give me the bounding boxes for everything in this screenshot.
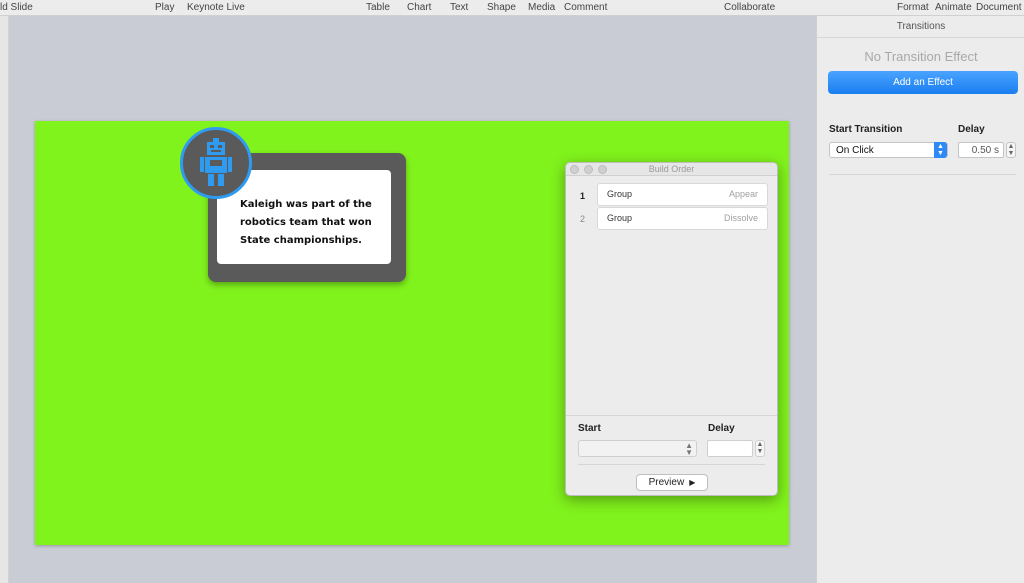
add-effect-button[interactable]: Add an Effect (828, 71, 1018, 94)
delay-field[interactable] (707, 440, 753, 457)
transition-delay-field[interactable]: 0.50 s (958, 142, 1004, 158)
add-slide-button[interactable]: ld Slide (0, 2, 33, 13)
animate-button[interactable]: Animate (935, 2, 972, 13)
delay-stepper[interactable]: ▲ ▼ (755, 440, 765, 457)
build-item-effect: Dissolve (723, 213, 758, 223)
preview-button[interactable]: Preview ▶ (636, 474, 708, 491)
format-button[interactable]: Format (897, 2, 929, 13)
divider (829, 174, 1016, 175)
keynote-live-button[interactable]: Keynote Live (187, 2, 245, 13)
build-order-titlebar[interactable]: Build Order (566, 163, 777, 176)
card-text-line: Kaleigh was part of the (240, 199, 372, 210)
chart-button[interactable]: Chart (407, 2, 431, 13)
start-label: Start (578, 423, 601, 434)
text-button[interactable]: Text (450, 2, 468, 13)
inspector-panel: Transitions No Transition Effect Add an … (816, 16, 1024, 583)
preview-label: Preview (648, 477, 685, 488)
build-item-number: 2 (580, 214, 586, 224)
robot-icon (200, 138, 232, 186)
transition-delay-stepper[interactable]: ▲ ▼ (1006, 142, 1016, 158)
table-button[interactable]: Table (366, 2, 390, 13)
build-item[interactable]: Group Appear (597, 183, 768, 206)
transition-delay-value: 0.50 s (971, 145, 999, 156)
build-item-name: Group (607, 189, 633, 199)
build-order-window: Build Order 1 Group Appear 2 Group Disso… (565, 162, 778, 496)
shape-button[interactable]: Shape (487, 2, 516, 13)
delay-label: Delay (708, 423, 735, 434)
start-select[interactable]: ▲ ▼ (578, 440, 697, 457)
tab-transitions[interactable]: Transitions (817, 16, 1024, 38)
build-item-effect: Appear (728, 189, 758, 199)
build-order-title: Build Order (648, 164, 695, 174)
slide-navigator-edge[interactable] (0, 16, 9, 583)
build-item-name: Group (607, 213, 633, 223)
comment-button[interactable]: Comment (564, 2, 607, 13)
media-button[interactable]: Media (528, 2, 555, 13)
start-transition-select[interactable]: On Click ▲ ▼ (829, 142, 948, 158)
collaborate-button[interactable]: Collaborate (724, 2, 775, 13)
toolbar: ld Slide Play Keynote Live Table Chart T… (0, 0, 1024, 16)
start-transition-value: On Click (836, 145, 874, 156)
build-item[interactable]: Group Dissolve (597, 207, 768, 230)
transition-delay-label: Delay (958, 124, 985, 135)
robot-badge[interactable] (180, 127, 252, 199)
chevron-updown-icon: ▲ ▼ (685, 441, 693, 457)
card-text-line: robotics team that won (240, 217, 372, 228)
card-text-line: State championships. (240, 235, 362, 246)
no-transition-text: No Transition Effect (864, 49, 978, 64)
divider (578, 464, 765, 465)
play-button[interactable]: Play (155, 2, 174, 13)
document-button[interactable]: Document (976, 2, 1022, 13)
build-order-footer: Start Delay ▲ ▼ ▲ ▼ Preview ▶ (566, 415, 777, 495)
play-icon: ▶ (689, 478, 696, 487)
card-text[interactable]: Kaleigh was part of the robotics team th… (240, 196, 380, 250)
build-item-number: 1 (580, 191, 586, 201)
chevron-updown-icon: ▲ ▼ (934, 142, 947, 158)
start-transition-label: Start Transition (829, 124, 903, 135)
